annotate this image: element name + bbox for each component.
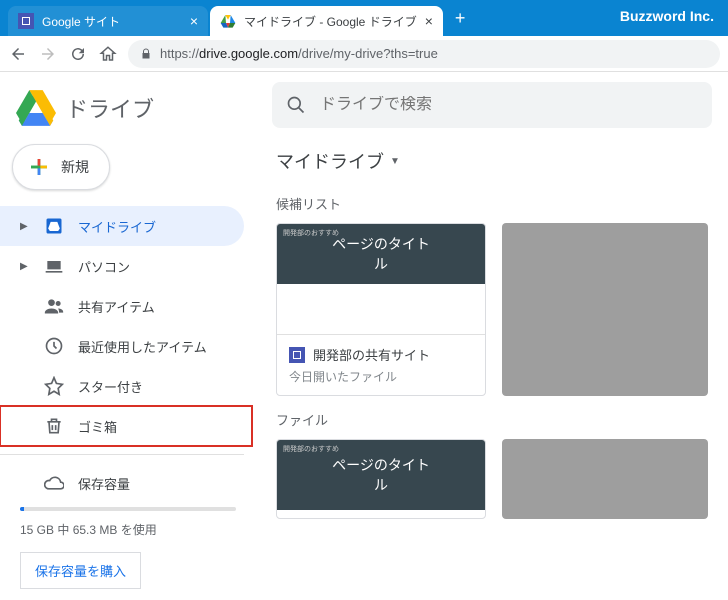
drive-favicon (220, 13, 236, 29)
storage-bar (20, 507, 236, 511)
new-button[interactable]: 新規 (12, 144, 110, 190)
browser-tab-active[interactable]: マイドライブ - Google ドライブ × (210, 6, 443, 36)
brand-label: Buzzword Inc. (620, 8, 714, 24)
main-content: マイドライブ ▼ 候補リスト 開発部のおすすめ ページのタイト ル 開発部の共有… (256, 72, 728, 600)
search-input[interactable] (320, 96, 698, 114)
sidebar-item-mydrive[interactable]: ▶ マイドライブ (0, 206, 244, 246)
sites-icon (289, 347, 305, 363)
sidebar-item-label: スター付き (78, 377, 143, 396)
search-icon (286, 95, 306, 115)
clock-icon (44, 336, 64, 356)
chevron-right-icon: ▶ (20, 221, 30, 232)
search-box[interactable] (272, 82, 712, 128)
chevron-down-icon: ▼ (390, 156, 400, 167)
url-host: drive.google.com (199, 46, 298, 61)
browser-tab-strip: Google サイト × マイドライブ - Google ドライブ × + Bu… (0, 0, 728, 36)
sites-favicon (18, 13, 34, 29)
thumb-tiny-text: 開発部のおすすめ (283, 444, 339, 454)
sidebar-item-recent[interactable]: 最近使用したアイテム (0, 326, 244, 366)
url-protocol: https:// (160, 46, 199, 61)
tab-title: Google サイト (42, 13, 182, 30)
divider (0, 454, 244, 455)
app-title: ドライブ (66, 92, 154, 124)
sidebar-item-trash[interactable]: ゴミ箱 (0, 406, 252, 446)
sidebar-item-label: マイドライブ (78, 217, 156, 236)
card-subtitle: 今日開いたファイル (289, 368, 473, 385)
sidebar-item-label: 共有アイテム (78, 297, 155, 316)
new-button-label: 新規 (61, 157, 89, 177)
file-card-placeholder[interactable] (502, 439, 708, 519)
sidebar-item-label: ゴミ箱 (78, 417, 117, 436)
drive-header[interactable]: ドライブ (0, 80, 256, 136)
lock-icon (140, 48, 152, 60)
browser-nav-bar: https://drive.google.com/drive/my-drive?… (0, 36, 728, 72)
drive-logo-icon (16, 90, 56, 126)
cloud-icon (44, 473, 64, 493)
close-icon[interactable]: × (425, 13, 433, 29)
drive-icon (44, 216, 64, 236)
sidebar-item-label: 最近使用したアイテム (78, 337, 207, 356)
sidebar-item-label: 保存容量 (78, 474, 130, 493)
sidebar-item-shared[interactable]: 共有アイテム (0, 286, 244, 326)
thumb-title-line2: ル (374, 254, 388, 274)
url-path: /drive/my-drive?ths=true (298, 46, 438, 61)
buy-storage-button[interactable]: 保存容量を購入 (20, 552, 141, 589)
url-bar[interactable]: https://drive.google.com/drive/my-drive?… (128, 40, 720, 68)
back-button[interactable] (8, 44, 28, 64)
sidebar-item-label: パソコン (78, 257, 130, 276)
new-tab-button[interactable]: + (445, 8, 476, 29)
browser-tab-inactive[interactable]: Google サイト × (8, 6, 208, 36)
files-label: ファイル (256, 396, 728, 439)
devices-icon (44, 256, 64, 276)
sidebar-item-starred[interactable]: スター付き (0, 366, 244, 406)
card-thumbnail: 開発部のおすすめ ページのタイト ル (277, 224, 485, 334)
sidebar-item-computers[interactable]: ▶ パソコン (0, 246, 244, 286)
star-icon (44, 376, 64, 396)
people-icon (44, 296, 64, 316)
home-button[interactable] (98, 44, 118, 64)
file-card[interactable]: 開発部のおすすめ ページのタイト ル (276, 439, 486, 519)
suggested-card[interactable]: 開発部のおすすめ ページのタイト ル 開発部の共有サイト 今日開いたファイル (276, 223, 486, 396)
thumb-title-line2: ル (374, 475, 388, 495)
sidebar-nav: ▶ マイドライブ ▶ パソコン 共有アイテム 最近使用したアイテム (0, 206, 256, 446)
storage-section: 15 GB 中 65.3 MB を使用 (0, 503, 256, 542)
trash-icon (44, 416, 64, 436)
sidebar: ドライブ 新規 ▶ マイドライブ ▶ パソコン 共有アイテム (0, 72, 256, 600)
plus-icon (27, 155, 51, 179)
reload-button[interactable] (68, 44, 88, 64)
forward-button[interactable] (38, 44, 58, 64)
breadcrumb-label: マイドライブ (276, 148, 384, 174)
suggested-label: 候補リスト (256, 180, 728, 223)
tab-title: マイドライブ - Google ドライブ (244, 13, 417, 30)
thumb-title-line1: ページのタイト (332, 234, 430, 254)
card-title: 開発部の共有サイト (313, 345, 430, 364)
thumb-title-line1: ページのタイト (332, 455, 430, 475)
suggested-card-placeholder[interactable] (502, 223, 708, 396)
close-icon[interactable]: × (190, 13, 198, 29)
sidebar-item-storage[interactable]: 保存容量 (0, 463, 244, 503)
thumb-tiny-text: 開発部のおすすめ (283, 228, 339, 238)
breadcrumb[interactable]: マイドライブ ▼ (256, 138, 728, 180)
storage-text: 15 GB 中 65.3 MB を使用 (20, 521, 236, 538)
chevron-right-icon: ▶ (20, 261, 30, 272)
